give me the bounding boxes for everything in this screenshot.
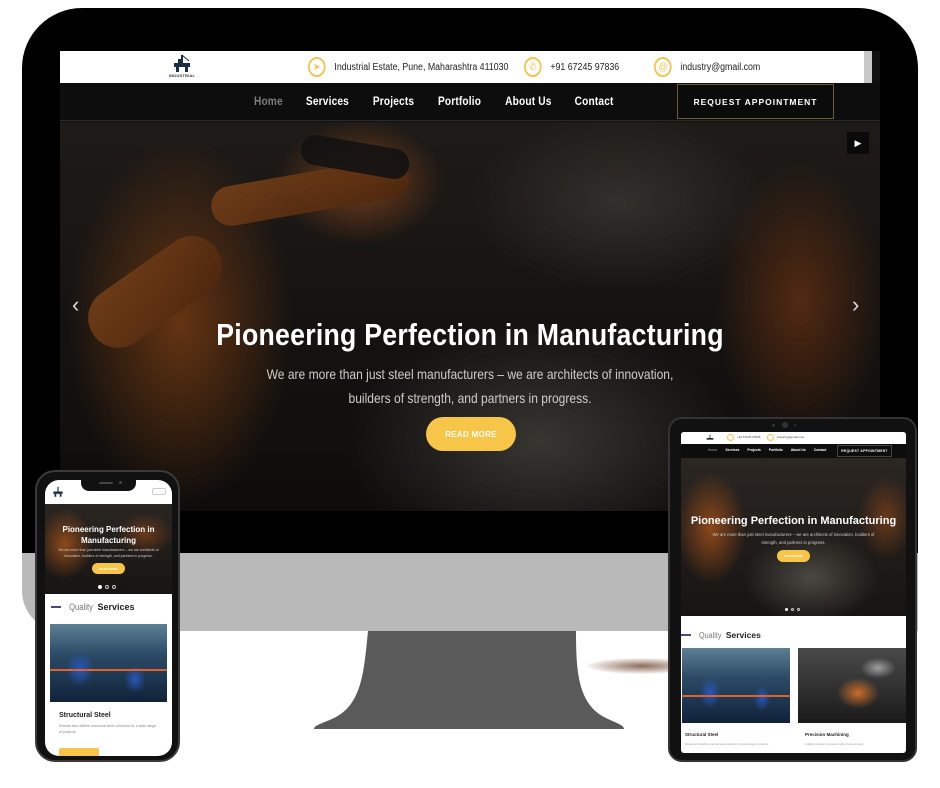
nav-item-about-us[interactable]: About Us xyxy=(791,448,806,452)
heading-dash xyxy=(681,634,691,636)
service-card-text: Robust and reliable structural steel sol… xyxy=(59,724,157,734)
services-heading: Quality Services xyxy=(51,602,135,612)
nav-item-contact[interactable]: Contact xyxy=(814,448,827,452)
heading-light: Quality xyxy=(69,602,93,612)
tablet-camera xyxy=(782,422,788,428)
hero-subtitle: We are more than just steel manufacturer… xyxy=(712,532,875,545)
nav-item-services[interactable]: Services xyxy=(725,448,739,452)
phone-website-screen: Pioneering Perfection in Manufacturing W… xyxy=(45,480,172,756)
nav-item-projects[interactable]: Projects xyxy=(373,96,414,108)
service-card-text: Crafting intricate components with utmos… xyxy=(805,743,864,746)
hero-title: Pioneering Perfection in Manufacturing xyxy=(216,317,724,352)
nav-item-about-us[interactable]: About Us xyxy=(505,96,551,108)
phone-mockup: Pioneering Perfection in Manufacturing W… xyxy=(35,470,180,762)
contact-bar: +91 67245 97836 industry@gmail.com xyxy=(681,432,906,444)
contact-bar: INDUSTRIAL ➤ Industrial Estate, Pune, Ma… xyxy=(60,51,872,83)
slider-dots xyxy=(98,585,116,589)
heading-light: Quality xyxy=(698,630,722,640)
main-navbar: Home Services Projects Portfolio About U… xyxy=(681,444,906,458)
logo-text: INDUSTRIAL xyxy=(168,73,196,78)
heading-bold: Services xyxy=(97,602,135,612)
oil-rig-icon xyxy=(706,434,714,440)
hero-title: Pioneering Perfection in Manufacturing xyxy=(62,525,155,545)
service-image-precision-machining xyxy=(798,648,906,723)
email-text[interactable]: industry@gmail.com xyxy=(680,62,760,73)
email-item[interactable]: @ industry@gmail.com xyxy=(654,57,760,77)
nav-item-home[interactable]: Home xyxy=(708,448,717,452)
service-card-text: Robust and reliable structural steel sol… xyxy=(685,743,769,746)
phone-icon xyxy=(727,434,734,441)
phone-text[interactable]: +91 67245 97836 xyxy=(737,435,760,439)
nav-item-projects[interactable]: Projects xyxy=(747,448,760,452)
address-item: ➤ Industrial Estate, Pune, Maharashtra 4… xyxy=(308,57,508,77)
hero-title: Pioneering Perfection in Manufacturing xyxy=(690,515,897,527)
slider-dots xyxy=(785,608,800,611)
tablet-sensor xyxy=(794,424,796,426)
email-text[interactable]: industry@gmail.com xyxy=(777,435,804,439)
location-arrow-icon: ➤ xyxy=(308,57,326,77)
oil-rig-icon xyxy=(174,54,190,72)
phone-notch xyxy=(81,480,136,491)
slider-dot[interactable] xyxy=(797,608,800,611)
phone-hero: Pioneering Perfection in Manufacturing W… xyxy=(45,504,172,594)
phone-text[interactable]: +91 67245 97836 xyxy=(550,62,619,73)
slider-dot[interactable] xyxy=(112,585,116,589)
email-icon: @ xyxy=(654,57,672,77)
chevron-right-icon[interactable]: › xyxy=(852,292,859,318)
nav-item-services[interactable]: Services xyxy=(306,96,349,108)
slider-dot[interactable] xyxy=(105,585,109,589)
slider-dot[interactable] xyxy=(791,608,794,611)
email-icon xyxy=(767,434,774,441)
nav-menu: Home Services Projects Portfolio About U… xyxy=(708,448,826,452)
phone-item[interactable]: ✆ +91 67245 97836 xyxy=(524,57,619,77)
service-card-title: Structural Steel xyxy=(685,732,719,737)
slider-dot[interactable] xyxy=(98,585,102,589)
read-more-button[interactable]: READ MORE xyxy=(777,550,810,562)
device-mockup-stage: INDUSTRIAL ➤ Industrial Estate, Pune, Ma… xyxy=(0,0,940,788)
heading-bold: Services xyxy=(725,630,761,640)
read-more-button[interactable]: READ MORE xyxy=(92,563,125,574)
site-logo[interactable]: INDUSTRIAL xyxy=(164,53,200,81)
phone-icon: ✆ xyxy=(524,57,542,77)
service-image-structural-steel xyxy=(682,648,790,723)
nav-item-home[interactable]: Home xyxy=(254,96,283,108)
play-icon[interactable]: ▶ xyxy=(847,132,869,154)
services-heading: Quality Services xyxy=(681,630,761,640)
tablet-mockup: +91 67245 97836 industry@gmail.com Home … xyxy=(668,417,917,762)
tablet-sensor xyxy=(772,424,775,427)
hamburger-menu-icon[interactable] xyxy=(152,488,166,495)
chevron-left-icon[interactable]: ‹ xyxy=(72,292,79,318)
request-appointment-button[interactable]: REQUEST APPOINTMENT xyxy=(837,445,892,457)
scrollbar[interactable] xyxy=(864,51,872,83)
address-text: Industrial Estate, Pune, Maharashtra 411… xyxy=(334,61,509,73)
nav-menu: Home Services Projects Portfolio About U… xyxy=(252,83,617,121)
oil-rig-icon xyxy=(53,486,63,497)
service-card-button[interactable] xyxy=(59,748,99,756)
hero-subtitle: We are more than just steel manufacturer… xyxy=(58,548,159,558)
read-more-button[interactable]: READ MORE xyxy=(426,417,516,451)
service-image-structural-steel xyxy=(50,624,167,702)
slider-dot[interactable] xyxy=(785,608,788,611)
tablet-website-screen: +91 67245 97836 industry@gmail.com Home … xyxy=(681,432,906,753)
service-card-title: Precision Machining xyxy=(805,732,849,737)
request-appointment-button[interactable]: REQUEST APPOINTMENT xyxy=(677,84,834,119)
monitor-stand xyxy=(314,631,624,729)
nav-item-contact[interactable]: Contact xyxy=(575,96,614,108)
hero-subtitle: We are more than just steel manufacturer… xyxy=(266,366,674,406)
main-navbar: Home Services Projects Portfolio About U… xyxy=(60,83,880,121)
tablet-hero: Pioneering Perfection in Manufacturing W… xyxy=(681,458,906,616)
heading-dash xyxy=(51,606,61,608)
nav-item-portfolio[interactable]: Portfolio xyxy=(769,448,783,452)
service-card-title: Structural Steel xyxy=(59,712,111,719)
nav-item-portfolio[interactable]: Portfolio xyxy=(438,96,481,108)
